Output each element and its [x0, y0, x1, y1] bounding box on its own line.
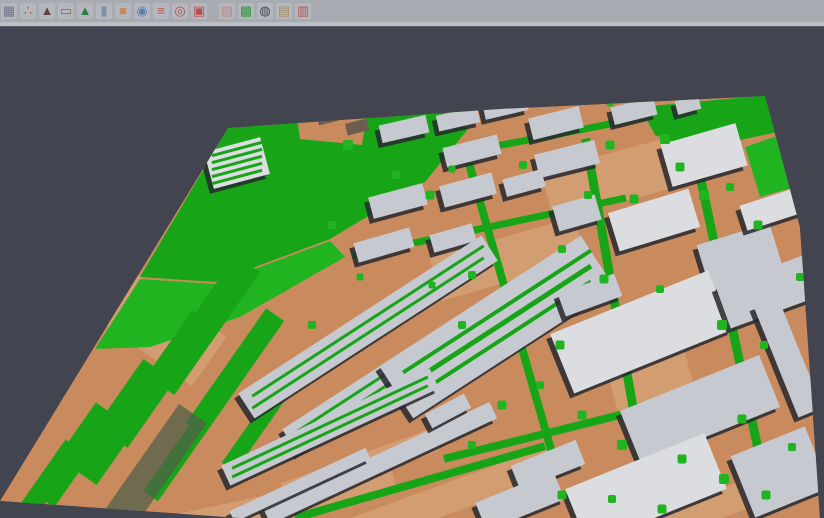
- dark-hill-icon[interactable]: ▲: [39, 3, 55, 19]
- pink-grid-icon[interactable]: ▨: [219, 3, 235, 19]
- red-list-icon[interactable]: ≡: [153, 3, 169, 19]
- flat-box-icon[interactable]: ▭: [58, 3, 74, 19]
- blue-column-icon[interactable]: ▮: [96, 3, 112, 19]
- toolbar: ▦∴▲▭▲▮■◉≡◎▣▨▩◍▤▥: [0, 0, 824, 22]
- orange-square-icon[interactable]: ■: [115, 3, 131, 19]
- green-map-icon[interactable]: ▩: [238, 3, 254, 19]
- green-hill-icon[interactable]: ▲: [77, 3, 93, 19]
- checker-cloud-icon[interactable]: ▦: [1, 3, 17, 19]
- dark-globe-icon[interactable]: ◍: [257, 3, 273, 19]
- scatter-points-icon[interactable]: ∴: [20, 3, 36, 19]
- point-cloud-scene[interactable]: [0, 27, 824, 518]
- viewport-3d[interactable]: [0, 27, 824, 518]
- globe-icon[interactable]: ◉: [134, 3, 150, 19]
- tan-notes-icon[interactable]: ▤: [276, 3, 292, 19]
- selection-box-icon[interactable]: ▣: [191, 3, 207, 19]
- red-stripes-icon[interactable]: ▥: [295, 3, 311, 19]
- target-ring-icon[interactable]: ◎: [172, 3, 188, 19]
